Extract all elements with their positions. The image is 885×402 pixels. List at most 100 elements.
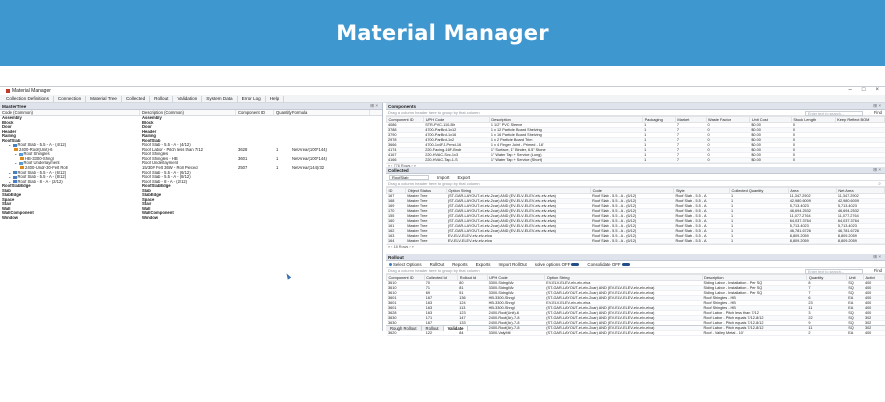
group-panel[interactable]: Drag a column header here to group by th… — [386, 268, 885, 274]
column-header[interactable]: Formula — [290, 110, 370, 115]
tree-code: SlabEdge — [2, 193, 22, 198]
table-cell: 400 — [863, 330, 885, 336]
table-row[interactable]: 3610 69 51 3300-Sidngl/Ar (ST-GAR-LAYOUT-el-… — [386, 290, 885, 296]
menu-item[interactable]: System Data — [202, 95, 238, 102]
group-panel[interactable]: Drag a column header here to group by th… — [386, 110, 885, 116]
expand-icon[interactable]: ⌄ — [14, 152, 18, 156]
exports-button[interactable]: Exports — [476, 262, 491, 267]
table-cell: Roof Slab - 5.5 - A — [673, 238, 730, 244]
tree-code-cell: Window — [0, 216, 140, 221]
table-cell: Roof - Valley Metal - 10' — [702, 330, 807, 336]
menu-item[interactable]: Connection — [54, 95, 87, 102]
table-row[interactable]: 167 Master Tree (ST-GAR-LAYOUT-el-elv-2car… — [386, 193, 885, 199]
panel-title: Rollout — [388, 254, 404, 260]
solve-options-toggle[interactable]: solve options OFF — [535, 262, 580, 267]
tree-row[interactable]: Window Window — [0, 216, 382, 221]
table-cell: Roof Slab - 5.5 - A - (6/12) — [590, 238, 674, 244]
table-row[interactable]: 164 Master Tree EV-ELV-ELEV-elv-elv-elva Ro… — [386, 238, 885, 244]
menu-item[interactable]: Collected — [122, 95, 151, 102]
table-row[interactable]: 3601 163 113 HB-3300-Shngl (ST-GAR-LAYOUT-el… — [386, 305, 885, 311]
table-row[interactable]: 162 Master Tree (ST-GAR-LAYOUT-el-elv-2car… — [386, 228, 885, 234]
table-row[interactable]: 3628 163 123 2400-Roof(Unit)-6 (ST-GAR-LAYOU… — [386, 310, 885, 316]
expand-icon[interactable]: ⌄ — [8, 143, 12, 147]
table-row[interactable]: 3610 71 81 3300-Sidngl/Ar (ST-GAR-LAYOUT-el-… — [386, 285, 885, 291]
tree-code: Window — [2, 216, 19, 221]
tree-code: Roof Slab - 5.5 - A - (4/12) — [17, 143, 67, 148]
tree-code: 2400-Roof(Unit)-6 — [19, 147, 53, 152]
minimize-icon[interactable]: – — [849, 87, 852, 93]
expand-icon[interactable]: ⌄ — [8, 175, 12, 179]
expand-icon[interactable]: ⌄ — [14, 161, 18, 165]
column-header[interactable]: Component ID — [236, 110, 274, 115]
search-icon[interactable]: ⌕ — [878, 181, 881, 187]
bottom-tabs: Rough Rollout Rollout Validate — [386, 325, 885, 331]
consolidate-toggle[interactable]: Consolidate OFF — [587, 261, 630, 267]
table-row[interactable]: 4166 220-HVAC-Tap-1-S 1" Water Tap + Servi… — [386, 157, 885, 163]
tree-code: RoofSlab — [2, 138, 21, 143]
table-row[interactable]: 3620 122 84 3300-ValyMtl (ST-GAR-LAYOUT-el-e… — [386, 330, 885, 336]
table-cell — [835, 157, 885, 163]
rollout-button[interactable]: RollOut — [430, 262, 445, 267]
column-header[interactable]: Description (Common) — [140, 110, 236, 115]
panel-header: MasterTree ⊞ × — [0, 103, 382, 110]
panel-pin-icon[interactable]: ⊞ × — [873, 254, 881, 260]
expand-icon[interactable]: ⌄ — [8, 180, 12, 184]
part-icon — [20, 166, 24, 170]
maximize-icon[interactable]: □ — [862, 87, 866, 93]
tree-code: Roof Slab - 5.5 - A - (8/12) — [17, 175, 67, 180]
tab-rollout[interactable]: Rollout — [421, 326, 444, 331]
menu-item[interactable]: Error Log — [238, 95, 266, 102]
table-cell: EV-ELV-ELEV-elv-elv-elva — [446, 238, 591, 244]
table-row[interactable]: 3601 167 136 HB-3300-Shngl (ST-GAR-LAYOUT-el… — [386, 295, 885, 301]
panel-header: Collected ⊞ × — [386, 167, 885, 174]
table-cell: 8,809.2059 — [788, 238, 837, 244]
tab-rough-rollout[interactable]: Rough Rollout — [386, 326, 422, 331]
menu-item[interactable]: Material Tree — [86, 95, 122, 102]
panel-title: Components — [388, 103, 417, 109]
panel-header: Components ⊞ × — [386, 103, 885, 110]
find-button[interactable]: Find — [874, 268, 882, 273]
column-header[interactable]: Code (Common) — [0, 110, 140, 115]
table-cell: 1 — [642, 157, 676, 163]
table-cell: EA — [846, 330, 864, 336]
panel-pin-icon[interactable]: ⊞ × — [873, 167, 881, 173]
search-input[interactable]: Enter text to search... — [805, 268, 863, 274]
table-row[interactable]: 170 Master Tree (ST-GAR-LAYOUT-el-elv-2car… — [386, 208, 885, 214]
import-button[interactable]: Import — [437, 175, 449, 180]
table-row[interactable]: 168 Master Tree (ST-GAR-LAYOUT-el-elv-2car… — [386, 198, 885, 204]
import-rollout-button[interactable]: Import RollOut — [498, 262, 526, 267]
search-input[interactable]: Enter text to search... — [805, 110, 863, 116]
reports-button[interactable]: Reports — [452, 262, 467, 267]
toggle-icon — [571, 262, 580, 267]
select-options-label: Select Options — [393, 261, 422, 267]
table-row[interactable]: 3630 171 147 2400-Roof(Ar)-7-8 (ST-GAR-LAYOU… — [386, 315, 885, 321]
menu-item[interactable]: Rollout — [150, 95, 174, 102]
panel-pin-icon[interactable]: ⊞ × — [370, 103, 378, 109]
category-select[interactable]: RoofSlab — [389, 174, 429, 180]
find-button[interactable]: Find — [874, 110, 882, 115]
tree-code: Space — [2, 197, 15, 202]
panel-title: Collected — [388, 167, 409, 173]
column-header[interactable]: Quantity — [274, 110, 292, 115]
collected-toolbar: RoofSlab Import Export — [386, 174, 885, 181]
table-row[interactable]: 155 Master Tree (ST-GAR-LAYOUT-el-elv-2car… — [386, 213, 885, 219]
select-options-button[interactable]: Select Options — [389, 262, 422, 267]
expand-icon[interactable]: ⌄ — [8, 171, 12, 175]
menu-item[interactable]: Collection Definitions — [2, 95, 54, 102]
table-cell: Master Tree — [405, 238, 447, 244]
grid-navigator[interactable]: « ‹ 18 Rows › » — [386, 244, 885, 249]
table-row[interactable]: 160 Master Tree (ST-GAR-LAYOUT-el-elv-2car… — [386, 218, 885, 224]
tree-body: Assembly Assembly Block Block Door Door Header… — [0, 116, 382, 221]
menu-item[interactable]: Help — [266, 95, 285, 102]
tree-quantity — [274, 216, 290, 221]
part-icon — [14, 148, 18, 152]
table-cell: 84 — [457, 330, 488, 336]
group-panel[interactable]: Drag a column header here to group by th… — [386, 181, 885, 187]
tab-validate[interactable]: Validate — [443, 326, 469, 331]
close-icon[interactable]: × — [875, 87, 879, 93]
banner-title: Material Manager — [336, 21, 549, 45]
panel-pin-icon[interactable]: ⊞ × — [873, 103, 881, 109]
export-button[interactable]: Export — [457, 175, 470, 180]
menu-item[interactable]: Validation — [173, 95, 203, 102]
consolidate-label: Consolidate OFF — [587, 261, 621, 267]
